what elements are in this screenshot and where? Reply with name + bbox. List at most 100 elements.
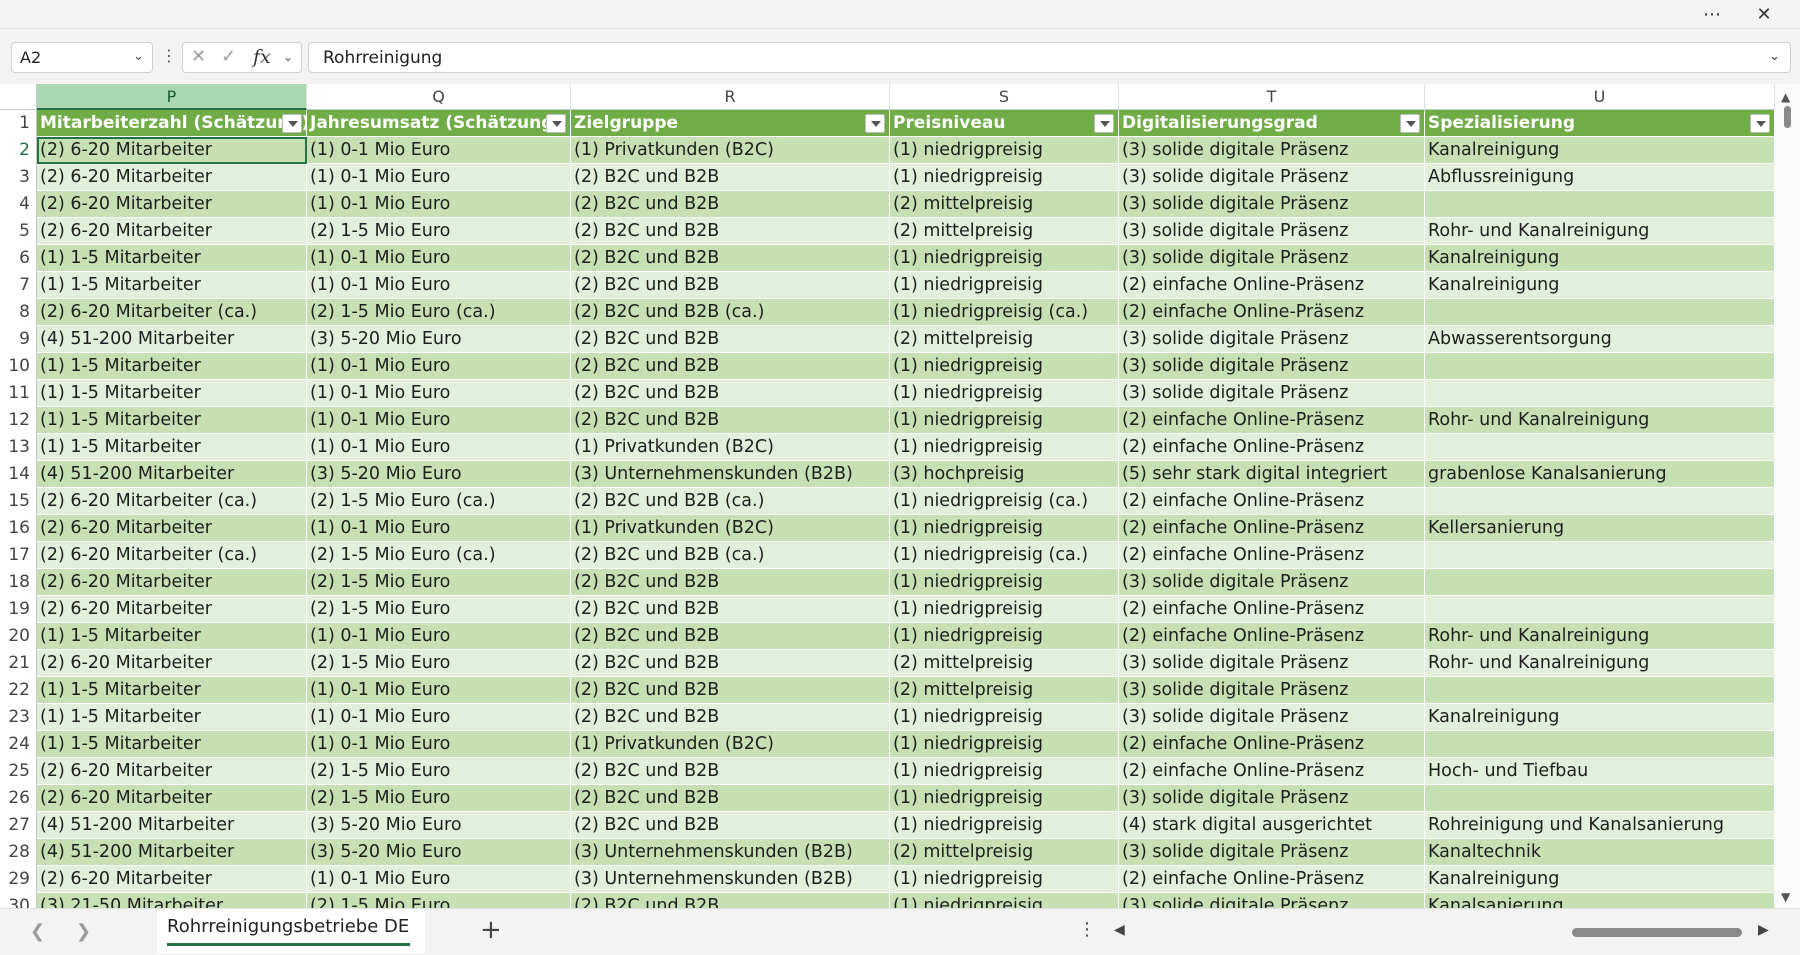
table-cell[interactable]: (4) 51-200 Mitarbeiter [37, 839, 307, 866]
table-cell[interactable]: Hoch- und Tiefbau [1425, 758, 1775, 785]
next-sheet-icon[interactable]: ❯ [76, 921, 91, 942]
expand-formula-bar-icon[interactable]: ⌄ [1769, 49, 1780, 64]
table-cell[interactable]: (3) 5-20 Mio Euro [307, 326, 571, 353]
row-header[interactable]: 2 [0, 137, 37, 164]
table-cell[interactable]: (3) solide digitale Präsenz [1119, 353, 1425, 380]
table-cell[interactable]: (1) 1-5 Mitarbeiter [37, 677, 307, 704]
table-cell[interactable]: (3) 5-20 Mio Euro [307, 461, 571, 488]
table-cell[interactable] [1425, 542, 1775, 569]
table-cell[interactable]: (2) B2C und B2B (ca.) [571, 542, 890, 569]
row-header[interactable]: 7 [0, 272, 37, 299]
table-cell[interactable]: (2) 6-20 Mitarbeiter (ca.) [37, 488, 307, 515]
table-cell[interactable]: (2) B2C und B2B [571, 218, 890, 245]
table-cell[interactable]: (1) 0-1 Mio Euro [307, 137, 571, 164]
filter-dropdown-icon[interactable] [546, 114, 566, 133]
table-cell[interactable]: (3) 21-50 Mitarbeiter [37, 893, 307, 908]
table-cell[interactable]: (2) mittelpreisig [890, 650, 1119, 677]
horizontal-scroll-thumb[interactable] [1572, 928, 1742, 937]
table-cell[interactable]: (2) 6-20 Mitarbeiter (ca.) [37, 542, 307, 569]
table-cell[interactable]: (2) 6-20 Mitarbeiter [37, 758, 307, 785]
vertical-dots-icon[interactable]: ⋮ [1078, 919, 1096, 940]
row-header[interactable]: 26 [0, 785, 37, 812]
table-cell[interactable]: (3) solide digitale Präsenz [1119, 677, 1425, 704]
table-cell[interactable]: (2) einfache Online-Präsenz [1119, 515, 1425, 542]
table-cell[interactable]: (2) B2C und B2B [571, 893, 890, 908]
table-cell[interactable]: (2) mittelpreisig [890, 218, 1119, 245]
table-cell[interactable]: (2) 6-20 Mitarbeiter [37, 650, 307, 677]
table-cell[interactable]: Rohr- und Kanalreinigung [1425, 650, 1775, 677]
column-header-q[interactable]: Q [307, 84, 571, 110]
table-cell[interactable]: (1) 1-5 Mitarbeiter [37, 434, 307, 461]
header-cell[interactable]: Digitalisierungsgrad [1119, 110, 1425, 137]
table-cell[interactable]: (3) Unternehmenskunden (B2B) [571, 839, 890, 866]
table-cell[interactable]: (1) 0-1 Mio Euro [307, 164, 571, 191]
table-cell[interactable]: (1) niedrigpreisig [890, 407, 1119, 434]
row-header[interactable]: 24 [0, 731, 37, 758]
table-cell[interactable] [1425, 434, 1775, 461]
table-cell[interactable]: (2) B2C und B2B (ca.) [571, 299, 890, 326]
table-cell[interactable]: (1) 1-5 Mitarbeiter [37, 623, 307, 650]
scroll-down-icon[interactable]: ▼ [1781, 890, 1790, 904]
table-cell[interactable]: (1) niedrigpreisig [890, 731, 1119, 758]
table-cell[interactable]: Kanalreinigung [1425, 137, 1775, 164]
insert-function-icon[interactable]: fx [253, 46, 271, 68]
table-cell[interactable]: Rohr- und Kanalreinigung [1425, 623, 1775, 650]
table-cell[interactable] [1425, 353, 1775, 380]
table-cell[interactable]: (3) solide digitale Präsenz [1119, 704, 1425, 731]
table-cell[interactable]: (3) 5-20 Mio Euro [307, 812, 571, 839]
table-cell[interactable]: (1) niedrigpreisig (ca.) [890, 299, 1119, 326]
table-cell[interactable] [1425, 731, 1775, 758]
table-cell[interactable] [1425, 299, 1775, 326]
table-cell[interactable]: (2) 6-20 Mitarbeiter [37, 164, 307, 191]
row-header[interactable]: 6 [0, 245, 37, 272]
formula-input[interactable]: Rohrreinigung ⌄ [308, 42, 1791, 73]
row-header[interactable]: 14 [0, 461, 37, 488]
vertical-dots-icon[interactable]: ⋮ [161, 47, 177, 67]
chevron-down-icon[interactable]: ⌄ [133, 49, 144, 64]
previous-sheet-icon[interactable]: ❮ [30, 921, 45, 942]
column-header-s[interactable]: S [890, 84, 1119, 110]
row-header[interactable]: 30 [0, 893, 37, 908]
row-header[interactable]: 22 [0, 677, 37, 704]
table-cell[interactable]: Abwasserentsorgung [1425, 326, 1775, 353]
table-cell[interactable]: (2) einfache Online-Präsenz [1119, 623, 1425, 650]
table-cell[interactable]: (2) 6-20 Mitarbeiter [37, 218, 307, 245]
row-header[interactable]: 4 [0, 191, 37, 218]
table-cell[interactable]: (2) mittelpreisig [890, 677, 1119, 704]
table-cell[interactable]: (2) B2C und B2B [571, 272, 890, 299]
header-cell[interactable]: Spezialisierung [1425, 110, 1775, 137]
table-cell[interactable]: (3) solide digitale Präsenz [1119, 785, 1425, 812]
table-cell[interactable]: Rohr- und Kanalreinigung [1425, 407, 1775, 434]
horizontal-scrollbar[interactable]: ◀ ▶ [1110, 922, 1770, 942]
row-header[interactable]: 23 [0, 704, 37, 731]
table-cell[interactable]: (3) solide digitale Präsenz [1119, 650, 1425, 677]
row-header[interactable]: 1 [0, 110, 37, 137]
table-cell[interactable]: (2) B2C und B2B [571, 785, 890, 812]
table-cell[interactable] [1425, 596, 1775, 623]
add-sheet-icon[interactable]: + [480, 915, 502, 945]
name-box[interactable]: A2 ⌄ [11, 42, 153, 73]
table-cell[interactable]: (2) 6-20 Mitarbeiter [37, 137, 307, 164]
row-header[interactable]: 11 [0, 380, 37, 407]
table-cell[interactable]: (2) einfache Online-Präsenz [1119, 488, 1425, 515]
table-cell[interactable]: (2) B2C und B2B [571, 407, 890, 434]
table-cell[interactable]: (1) 0-1 Mio Euro [307, 731, 571, 758]
table-cell[interactable]: (1) niedrigpreisig [890, 812, 1119, 839]
row-header[interactable]: 25 [0, 758, 37, 785]
table-cell[interactable]: (2) 6-20 Mitarbeiter [37, 866, 307, 893]
table-cell[interactable]: Rohreinigung und Kanalsanierung [1425, 812, 1775, 839]
table-cell[interactable]: (4) 51-200 Mitarbeiter [37, 812, 307, 839]
table-cell[interactable]: (1) 0-1 Mio Euro [307, 272, 571, 299]
table-cell[interactable]: (1) 1-5 Mitarbeiter [37, 245, 307, 272]
row-header[interactable]: 28 [0, 839, 37, 866]
table-cell[interactable]: (2) mittelpreisig [890, 191, 1119, 218]
table-cell[interactable]: (1) niedrigpreisig [890, 596, 1119, 623]
vertical-scroll-thumb[interactable] [1784, 106, 1791, 128]
table-cell[interactable]: (1) 0-1 Mio Euro [307, 380, 571, 407]
row-header[interactable]: 3 [0, 164, 37, 191]
table-cell[interactable]: (2) 1-5 Mio Euro [307, 893, 571, 908]
sheet-tab-active[interactable]: Rohrreinigungsbetriebe DE [157, 909, 425, 953]
table-cell[interactable]: (2) 6-20 Mitarbeiter [37, 569, 307, 596]
table-cell[interactable]: (1) niedrigpreisig (ca.) [890, 542, 1119, 569]
table-cell[interactable]: (1) Privatkunden (B2C) [571, 137, 890, 164]
